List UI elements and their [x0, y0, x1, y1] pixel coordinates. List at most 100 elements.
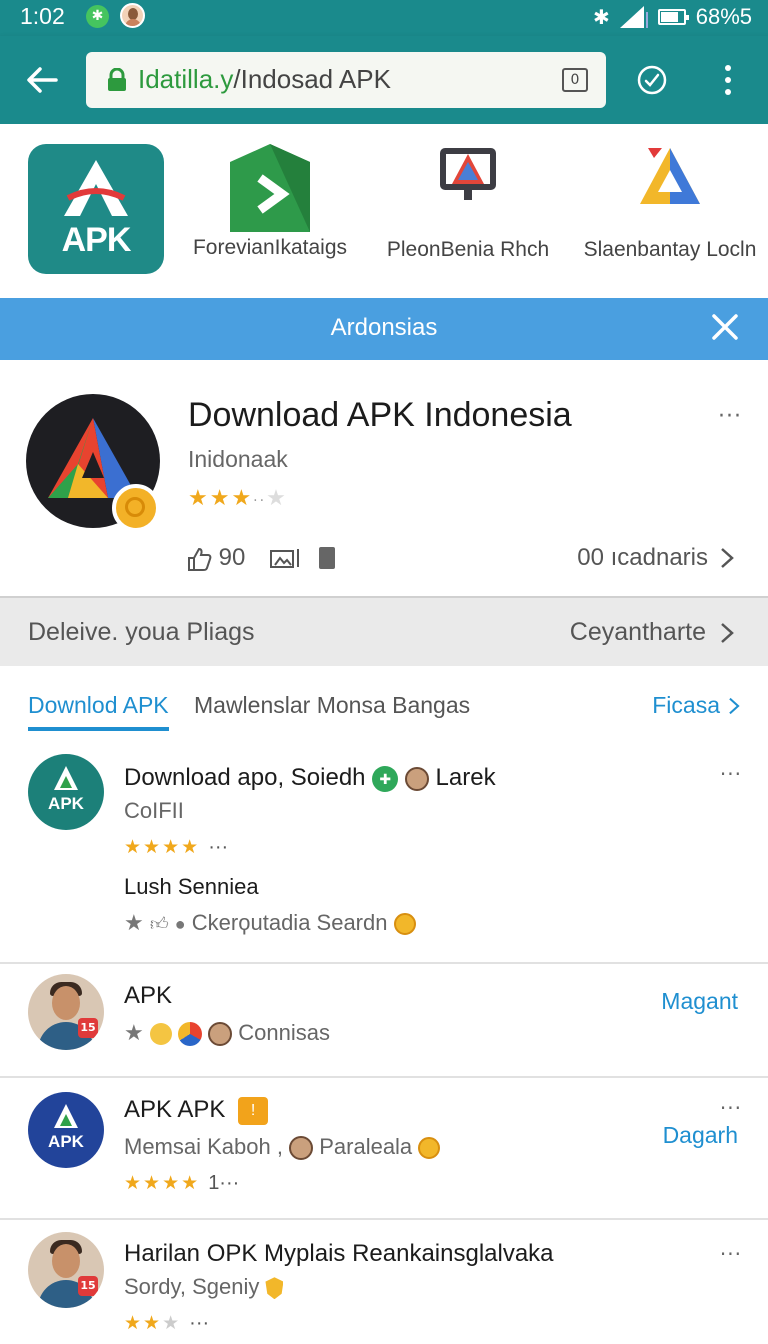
more-options-icon[interactable]: ···	[718, 404, 742, 429]
item-meta: ★ 👍︎ ● Ckerϙutadia Seardn	[124, 910, 416, 936]
coin-icon	[418, 1137, 441, 1160]
rating-suffix: 1···	[208, 1172, 240, 1194]
top-app-1[interactable]: ForevianIkataigs	[180, 144, 360, 262]
tab-download-apk[interactable]: Downlod APK	[28, 692, 169, 731]
item-subtitle: CoIFII	[124, 798, 184, 823]
back-arrow-icon[interactable]	[22, 60, 62, 100]
list-item[interactable]: APK Download apo, Soiedh ✚ Larek CoIFII …	[0, 742, 768, 964]
list-item[interactable]: 15 APK ★ Connisas Magant	[0, 964, 768, 1078]
featured-title: Download APK Indonesia	[188, 396, 572, 434]
more-options-icon[interactable]: ···	[720, 1096, 742, 1120]
item-rating: ★★★★ 1···	[124, 1172, 239, 1195]
notice-banner: Ardonsias	[0, 298, 768, 360]
item-subtitle-left: Memsai Kaboh ,	[124, 1134, 283, 1159]
promo-right-text: Ceyantharte	[569, 618, 706, 646]
item-action-link[interactable]: Dagarh	[663, 1122, 738, 1149]
rating-stars-dim: ★	[162, 1312, 182, 1334]
address-bar[interactable]: Idatilla.y/Indosad APK 0	[86, 52, 606, 108]
item-subtitle: Connisas	[238, 1020, 330, 1045]
user-avatar-icon	[404, 766, 429, 791]
chevron-right-icon	[721, 548, 734, 568]
banner-text: Ardonsias	[330, 314, 438, 341]
featured-installs-link[interactable]: 00 ıcadnaris	[577, 544, 734, 572]
item-rating: ★★★ ···	[124, 1312, 209, 1335]
item-title-extra: Larek	[435, 764, 496, 791]
notification-app-icon: ✱	[86, 5, 109, 28]
rating-stars: ★★	[124, 1312, 163, 1334]
item-title: APK APK !	[124, 1096, 269, 1125]
item-subtitle-right: Paraleala	[319, 1134, 413, 1159]
play-arrow-icon	[180, 144, 360, 232]
rating-stars: ★★★★	[124, 1172, 201, 1194]
top-app-3-name: Slaenbantay Locln	[583, 238, 757, 261]
item-subtitle-row: Sordy, Sgeniy	[124, 1274, 284, 1300]
user-avatar: 15	[28, 974, 104, 1050]
rating-stars: ★★★★	[124, 836, 201, 858]
browser-toolbar: Idatilla.y/Indosad APK 0	[0, 36, 768, 124]
promo-row[interactable]: Deleive. youa Pliags Ceyantharte	[0, 596, 768, 666]
monitor-icon	[378, 144, 558, 214]
list-item[interactable]: APK APK APK ! Memsai Kaboh , Paraleala ★…	[0, 1078, 768, 1220]
top-apps-row: APK ForevianIkataigs PleonBenia Rhch Sla…	[0, 124, 768, 298]
item-title-text: Download apo, Soiedh	[124, 764, 366, 791]
apk-app-icon[interactable]: APK	[28, 144, 164, 274]
check-circle-icon[interactable]	[636, 64, 668, 96]
bluetooth-icon: ✱	[592, 5, 610, 29]
featured-app-card[interactable]: Download APK Indonesia Inidonaak ★★★··★ …	[0, 360, 768, 596]
user-icon: ●	[174, 914, 186, 934]
notification-avatar-icon	[120, 3, 145, 28]
tabs-count-button[interactable]: 0	[562, 68, 588, 92]
user-avatar: 15	[28, 1232, 104, 1308]
close-icon[interactable]	[710, 312, 740, 342]
smiley-icon	[149, 1023, 172, 1046]
battery-icon	[657, 9, 689, 25]
tab-more-label: Ficasa	[652, 692, 720, 718]
chevron-right-icon	[729, 697, 740, 714]
item-title-text: APK APK	[124, 1096, 226, 1123]
item-title: Download apo, Soiedh ✚ Larek	[124, 764, 496, 792]
more-options-icon[interactable]: ···	[720, 762, 742, 786]
item-action-link[interactable]: Magant	[661, 988, 738, 1015]
featured-rating-stars: ★★★··★	[188, 486, 288, 511]
bookmark-icon[interactable]	[319, 547, 336, 569]
status-time: 1:02	[20, 3, 65, 29]
featured-badge-icon	[112, 484, 160, 532]
triangle-logo-icon	[580, 144, 760, 214]
more-options-icon[interactable]: ···	[720, 1242, 742, 1266]
status-bar: 1:02 ✱ ✱ 68%5	[0, 0, 768, 36]
item-subtitle: Sordy, Sgeniy	[124, 1274, 260, 1299]
item-title: Harilan OPK Myplais Reankainsglalvaka	[124, 1240, 554, 1267]
apk-avatar-label: APK	[48, 794, 84, 813]
top-app-2[interactable]: PleonBenia Rhch	[378, 144, 558, 264]
category-tabs: Downlod APK Mawlenslar Monsa Bangas Fica…	[0, 666, 768, 742]
featured-installs: 00 ıcadnaris	[577, 544, 708, 571]
item-title: APK	[124, 982, 173, 1009]
url-text: Idatilla.y/Indosad APK	[138, 64, 391, 95]
url-host: Idatilla.y	[138, 64, 234, 94]
tab-second[interactable]: Mawlenslar Monsa Bangas	[194, 692, 470, 719]
promo-left-text: Deleive. youa Pliags	[28, 618, 255, 646]
star-icon: ★	[124, 1020, 144, 1045]
user-avatar-icon	[208, 1022, 233, 1047]
battery-percent: 68%5	[695, 4, 752, 29]
item-line2: Lush Senniea	[124, 874, 259, 899]
top-app-2-name: PleonBenia Rhch	[386, 238, 550, 261]
star-icon: ★	[124, 910, 144, 935]
promo-right-link[interactable]: Ceyantharte	[570, 618, 734, 647]
signal-icon	[619, 6, 648, 28]
top-app-1-name: ForevianIkataigs	[192, 236, 348, 259]
item-rating: ★★★★ ···	[124, 836, 228, 859]
rating-suffix: ···	[208, 836, 229, 858]
thumbs-up-icon[interactable]	[186, 546, 212, 572]
top-app-3[interactable]: Slaenbantay Locln	[580, 144, 760, 264]
overflow-menu-icon[interactable]	[716, 62, 740, 98]
tab-more-link[interactable]: Ficasa	[652, 692, 740, 719]
screenshot-icon[interactable]	[265, 545, 300, 571]
chevron-right-icon	[721, 622, 734, 643]
list-item[interactable]: 15 Harilan OPK Myplais Reankainsglalvaka…	[0, 1220, 768, 1344]
featured-likes: 90	[218, 544, 246, 571]
pie-chart-icon	[177, 1022, 202, 1047]
coin-icon	[393, 913, 416, 936]
featured-subtitle: Inidonaak	[188, 446, 288, 472]
url-path: /Indosad APK	[233, 64, 391, 94]
